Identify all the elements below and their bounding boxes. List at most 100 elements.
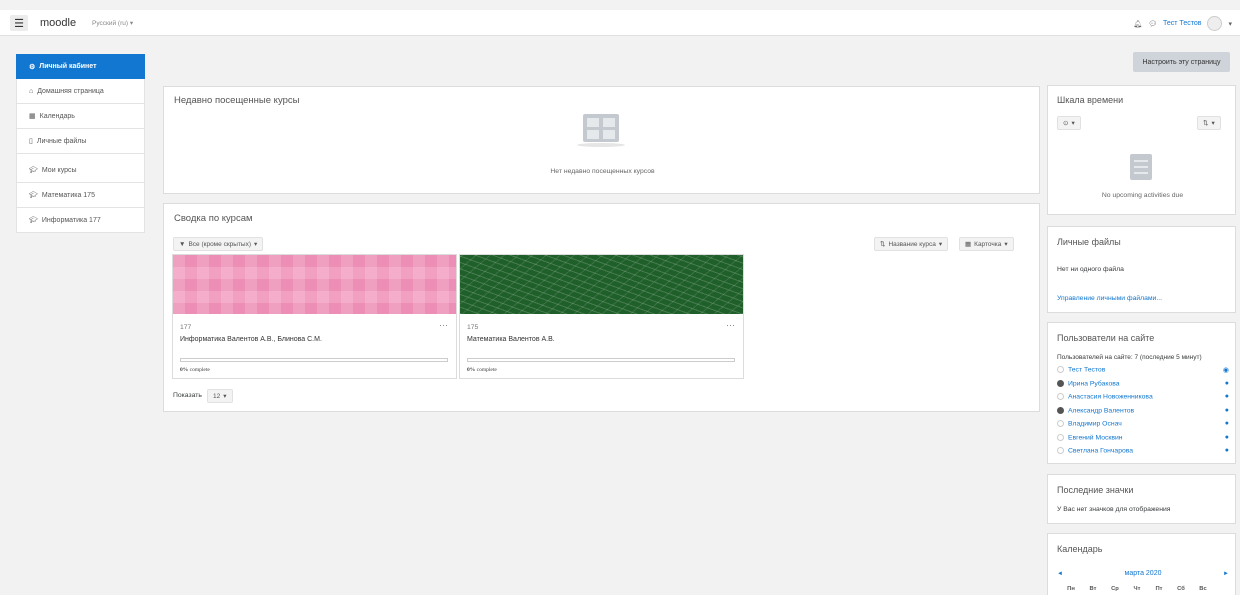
calendar-prev-link[interactable]: ◄: [1057, 571, 1063, 577]
list-item: Тест Тестов ◉: [1057, 363, 1229, 377]
customize-page-button[interactable]: Настроить эту страницу: [1133, 52, 1230, 72]
page-size-value: 12: [213, 392, 221, 400]
weekday: Сб: [1177, 586, 1185, 592]
file-icon: ▯: [29, 138, 33, 145]
progress-text: 0% complete: [180, 367, 210, 373]
calendar-block: Календарь ◄ марта 2020 ► Пн Вт Ср Чт Пт …: [1047, 533, 1236, 595]
empty-message: Нет недавно посещенных курсов: [550, 168, 655, 175]
empty-message: Нет ни одного файла: [1057, 266, 1124, 273]
activities-empty-icon: [1130, 154, 1152, 180]
course-number: 177: [180, 324, 192, 331]
progress-bar: [180, 358, 448, 362]
latest-badges-block: Последние значки У Вас нет значков для о…: [1047, 474, 1236, 524]
weekday: Вс: [1199, 586, 1207, 592]
graduation-cap-icon: 🎓︎: [29, 167, 38, 174]
graduation-cap-icon: 🎓︎: [29, 217, 38, 224]
recent-courses-block: Недавно посещенные курсы Нет недавно пос…: [163, 86, 1040, 194]
course-name[interactable]: Математика Валентов А.В.: [467, 336, 555, 343]
progress-text: 0% complete: [467, 367, 497, 373]
message-icon[interactable]: ●: [1225, 380, 1229, 387]
block-title: Последние значки: [1057, 485, 1134, 495]
empty-message: У Вас нет значков для отображения: [1057, 506, 1171, 513]
site-logo[interactable]: moodle: [40, 17, 76, 29]
sidebar-item-course-math[interactable]: 🎓︎ Математика 175: [16, 183, 145, 208]
page-size-dropdown[interactable]: 12 ▾: [207, 389, 233, 403]
course-name[interactable]: Информатика Валентов А.В., Блинова С.М.: [180, 336, 322, 343]
online-users-block: Пользователи на сайте Пользователей на с…: [1047, 322, 1236, 464]
user-name[interactable]: Тест Тестов: [1163, 20, 1201, 27]
timeline-filter-dropdown[interactable]: ⊙ ▾: [1057, 116, 1081, 130]
sidebar-item-label: Личные файлы: [36, 137, 87, 145]
avatar: [1057, 393, 1064, 401]
message-icon[interactable]: ●: [1225, 434, 1229, 441]
sidebar-item-course-cs[interactable]: 🎓︎ Информатика 177: [16, 208, 145, 233]
message-icon[interactable]: ●: [1225, 447, 1229, 454]
weekday-header: Пн Вт Ср Чт Пт Сб Вс: [1060, 586, 1214, 592]
sidebar-item-label: Календарь: [39, 112, 75, 120]
block-title: Календарь: [1057, 544, 1103, 554]
language-menu[interactable]: Русский (ru) ▾: [92, 19, 133, 27]
chevron-down-icon[interactable]: ▾: [1228, 20, 1232, 28]
eye-icon[interactable]: ◉: [1223, 366, 1229, 374]
avatar: [1057, 366, 1064, 374]
block-title: Личные файлы: [1057, 237, 1121, 247]
timeline-sort-dropdown[interactable]: ⇅ ▾: [1197, 116, 1221, 130]
sort-label: Название курса: [888, 240, 936, 248]
chevron-down-icon: ▾: [223, 393, 227, 400]
manage-files-link[interactable]: Управление личными файлами...: [1057, 295, 1162, 302]
sort-dropdown[interactable]: ⇅ Название курса ▾: [874, 237, 949, 251]
calendar-nav: ◄ марта 2020 ►: [1057, 570, 1229, 577]
progress-percent: 0%: [180, 367, 189, 373]
course-card[interactable]: 175 ··· Математика Валентов А.В. 0% comp…: [459, 254, 744, 379]
user-link[interactable]: Тест Тестов: [1068, 366, 1105, 373]
avatar: [1057, 406, 1064, 414]
sidebar-item-files[interactable]: ▯ Личные файлы: [16, 129, 145, 154]
home-icon: ⌂: [29, 87, 34, 95]
user-link[interactable]: Ирина Рубакова: [1068, 380, 1120, 387]
view-dropdown[interactable]: ▦ Карточка ▾: [959, 237, 1014, 251]
show-label: Показать: [173, 392, 202, 399]
chevron-down-icon: ▾: [1004, 241, 1008, 248]
list-item: Анастасия Новоженникова ●: [1057, 390, 1229, 404]
graduation-cap-icon: 🎓︎: [29, 192, 38, 199]
message-icon[interactable]: ●: [1225, 393, 1229, 400]
view-label: Карточка: [974, 240, 1002, 248]
top-navbar: ☰ moodle Русский (ru) ▾ 🔔︎ 💬︎ Тест Тесто…: [0, 10, 1240, 36]
more-options-icon[interactable]: ···: [726, 320, 735, 330]
sort-icon: ⇅: [880, 241, 886, 248]
avatar: [1057, 433, 1064, 441]
chevron-down-icon: ▾: [938, 241, 943, 248]
list-item: Светлана Гончарова ●: [1057, 444, 1229, 458]
online-summary: Пользователей на сайте: 7 (последние 5 м…: [1057, 354, 1202, 361]
calendar-month-title[interactable]: марта 2020: [1125, 570, 1162, 577]
timeline-block: Шкала времени ⊙ ▾ ⇅ ▾ No upcoming activiti…: [1047, 85, 1236, 215]
calendar-icon: ▦: [29, 113, 36, 120]
sidebar-item-calendar[interactable]: ▦ Календарь: [16, 104, 145, 129]
hamburger-menu-icon[interactable]: ☰: [10, 15, 28, 31]
weekday: Ср: [1111, 586, 1119, 592]
weekday: Чт: [1133, 586, 1141, 592]
sidebar-item-dashboard[interactable]: ⚙ Личный кабинет: [16, 54, 145, 79]
avatar: [1057, 379, 1064, 387]
user-link[interactable]: Анастасия Новоженникова: [1068, 393, 1153, 400]
sidebar-item-label: Мои курсы: [41, 166, 77, 174]
chevron-down-icon: ▾: [129, 20, 134, 27]
nav-drawer: ⚙ Личный кабинет ⌂ Домашняя страница ▦ Кале…: [16, 54, 145, 233]
bell-icon[interactable]: 🔔︎: [1133, 20, 1142, 28]
user-link[interactable]: Владимир Оснач: [1068, 420, 1122, 427]
user-link[interactable]: Евгений Москвин: [1068, 434, 1123, 441]
filter-dropdown[interactable]: ▼ Все (кроме скрытых) ▾: [173, 237, 264, 251]
user-link[interactable]: Александр Валентов: [1068, 407, 1134, 414]
message-icon[interactable]: 💬︎: [1148, 20, 1157, 28]
sidebar-item-my-courses[interactable]: 🎓︎ Мои курсы: [16, 158, 145, 183]
calendar-next-link[interactable]: ►: [1223, 571, 1229, 577]
block-title: Недавно посещенные курсы: [174, 95, 300, 106]
more-options-icon[interactable]: ···: [439, 320, 448, 330]
message-icon[interactable]: ●: [1225, 420, 1229, 427]
user-link[interactable]: Светлана Гончарова: [1068, 447, 1133, 454]
course-card[interactable]: 177 ··· Информатика Валентов А.В., Блино…: [172, 254, 457, 379]
course-number: 175: [467, 324, 479, 331]
message-icon[interactable]: ●: [1225, 407, 1229, 414]
sidebar-item-home[interactable]: ⌂ Домашняя страница: [16, 79, 145, 104]
avatar[interactable]: [1207, 16, 1223, 31]
